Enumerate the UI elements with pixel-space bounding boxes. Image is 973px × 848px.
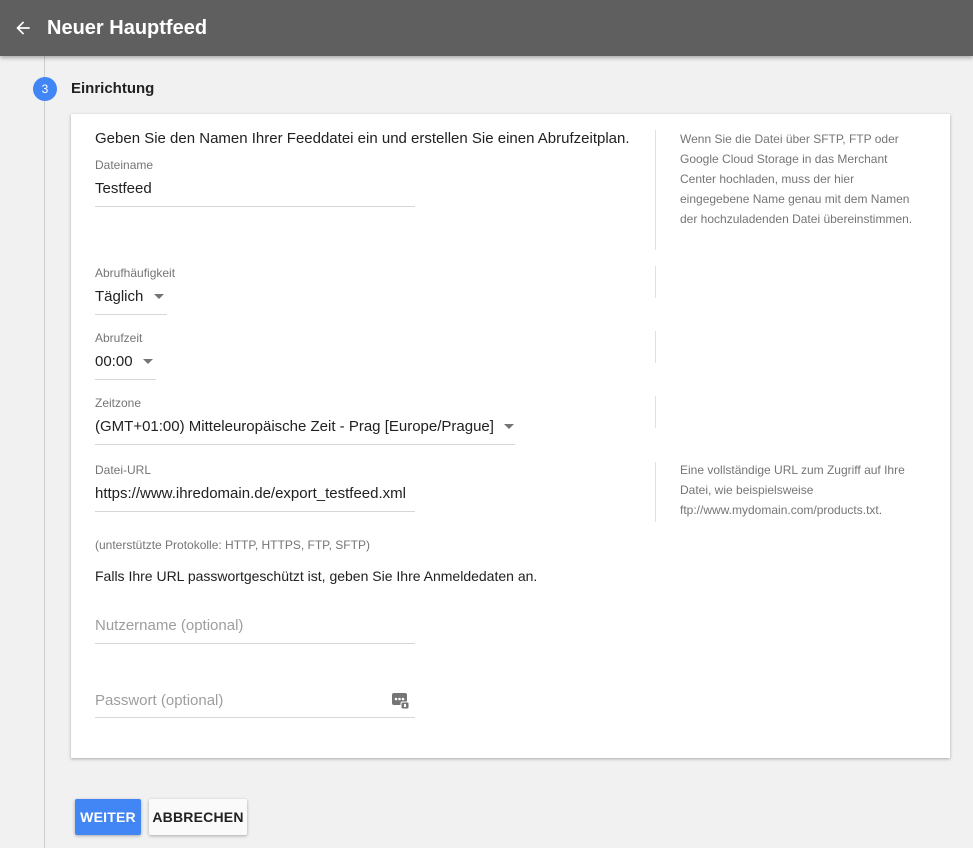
continue-button[interactable]: WEITER [75, 799, 141, 835]
filename-label: Dateiname [95, 158, 154, 172]
credentials-note: Falls Ihre URL passwortgeschützt ist, ge… [95, 568, 538, 584]
cancel-button[interactable]: ABBRECHEN [149, 799, 247, 835]
timezone-underline [95, 444, 515, 445]
username-underline [95, 643, 415, 644]
protocols-note: (unterstützte Protokolle: HTTP, HTTPS, F… [95, 538, 370, 552]
intro-text: Geben Sie den Namen Ihrer Feeddatei ein … [95, 130, 630, 147]
filename-input[interactable]: Testfeed [95, 180, 415, 197]
url-label: Datei-URL [95, 463, 152, 477]
arrow-back-icon [16, 21, 30, 35]
time-label: Abrufzeit [95, 331, 143, 345]
stepper-line [44, 56, 45, 848]
url-help-text: Eine vollständige URL zum Zugriff auf Ih… [680, 463, 905, 517]
page-title: Neuer Hauptfeed [47, 16, 208, 39]
username-input[interactable]: Nutzername (optional) [95, 617, 415, 634]
timezone-value: (GMT+01:00) Mitteleuropäische Zeit - Pra… [95, 418, 494, 435]
back-button[interactable] [11, 16, 35, 40]
help-divider [655, 130, 656, 250]
help-divider [655, 396, 656, 428]
top-app-bar: Neuer Hauptfeed [0, 0, 973, 56]
timezone-label: Zeitzone [95, 396, 142, 410]
url-underline [95, 511, 415, 512]
dropdown-caret-icon [504, 424, 515, 430]
filename-help-text: Wenn Sie die Datei über SFTP, FTP oder G… [680, 132, 913, 226]
password-underline [95, 717, 415, 718]
dropdown-caret-icon [153, 294, 164, 300]
setup-card: Geben Sie den Namen Ihrer Feeddatei ein … [71, 114, 950, 758]
step-title: Einrichtung [71, 80, 155, 97]
time-value: 00:00 [95, 353, 133, 370]
frequency-label: Abrufhäufigkeit [95, 266, 176, 280]
time-underline [95, 379, 156, 380]
password-input[interactable]: Passwort (optional) [95, 692, 385, 709]
filename-underline [95, 206, 415, 207]
timezone-select[interactable]: (GMT+01:00) Mitteleuropäische Zeit - Pra… [95, 418, 515, 444]
frequency-underline [95, 314, 167, 315]
time-select[interactable]: 00:00 [95, 353, 156, 379]
help-divider [655, 462, 656, 522]
dropdown-caret-icon [143, 359, 153, 365]
frequency-select[interactable]: Täglich [95, 288, 167, 314]
frequency-value: Täglich [95, 288, 144, 305]
step-number-badge: 3 [33, 77, 57, 101]
help-divider [655, 266, 656, 298]
password-dots-icon[interactable] [391, 691, 411, 711]
url-input[interactable]: https://www.ihredomain.de/export_testfee… [95, 485, 415, 502]
help-divider [655, 331, 656, 363]
